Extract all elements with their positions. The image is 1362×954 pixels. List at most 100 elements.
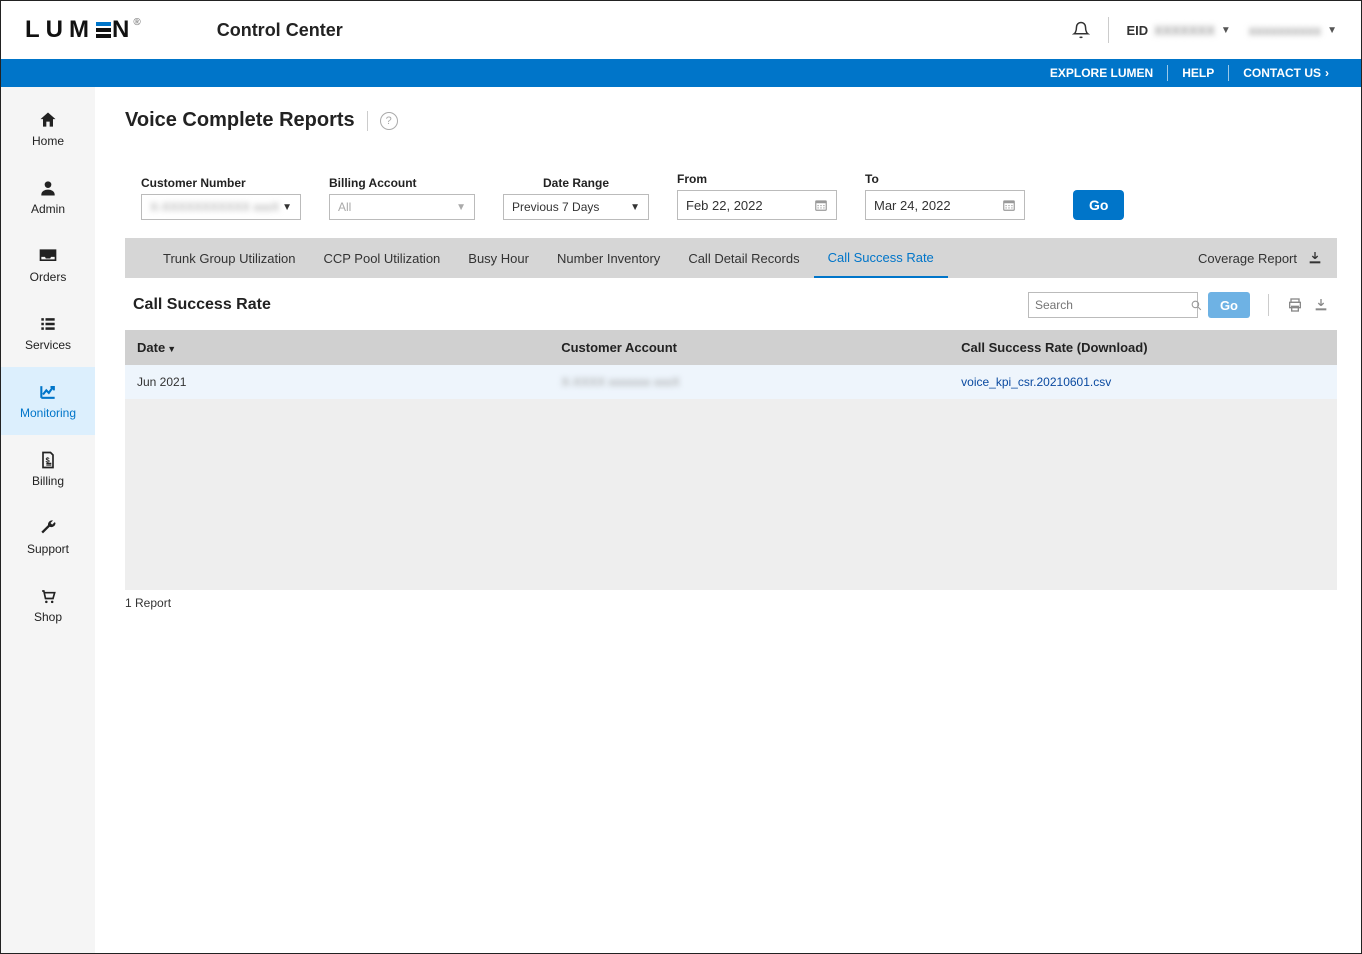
from-value: Feb 22, 2022 [686, 198, 763, 213]
to-value: Mar 24, 2022 [874, 198, 951, 213]
cell-date: Jun 2021 [125, 365, 549, 399]
customer-number-select[interactable]: X-XXXXXXXXXXX xxxX ▼ [141, 194, 301, 220]
sort-desc-icon: ▼ [167, 344, 176, 354]
sidebar-item-admin[interactable]: Admin [1, 163, 95, 231]
from-label: From [677, 172, 837, 186]
section-bar: Call Success Rate Go [125, 278, 1337, 330]
customer-number-value: X-XXXXXXXXXXX xxxX [150, 200, 279, 214]
help-icon[interactable]: ? [380, 112, 398, 130]
cart-icon [38, 586, 58, 606]
customer-number-label: Customer Number [141, 176, 301, 190]
chevron-right-icon: › [1325, 66, 1329, 80]
tab-call-success-rate[interactable]: Call Success Rate [814, 238, 948, 278]
caret-down-icon: ▼ [456, 202, 466, 213]
billing-account-select[interactable]: All ▼ [329, 194, 475, 220]
sidebar-item-label: Monitoring [20, 406, 76, 420]
download-icon[interactable] [1313, 297, 1329, 313]
coverage-report-link[interactable]: Coverage Report [1198, 251, 1297, 266]
sidebar-item-billing[interactable]: $ Billing [1, 435, 95, 503]
search-go-button[interactable]: Go [1208, 292, 1250, 318]
logo-text-left: LUM [25, 16, 95, 44]
invoice-icon: $ [38, 450, 58, 470]
separator [367, 111, 368, 131]
sidebar-item-services[interactable]: Services [1, 299, 95, 367]
sidebar-item-label: Admin [31, 202, 65, 216]
tab-trunk-group-utilization[interactable]: Trunk Group Utilization [149, 238, 309, 278]
chevron-down-icon: ▼ [1221, 25, 1231, 36]
column-csr-download[interactable]: Call Success Rate (Download) [949, 330, 1337, 365]
help-link[interactable]: HELP [1168, 66, 1228, 80]
billing-account-value: All [338, 200, 351, 214]
tab-call-detail-records[interactable]: Call Detail Records [674, 238, 813, 278]
brand-logo[interactable]: LUM N ® [25, 16, 147, 44]
wrench-icon [38, 518, 58, 538]
cell-download-link[interactable]: voice_kpi_csr.20210601.csv [949, 365, 1337, 399]
registered-icon: ® [133, 17, 146, 28]
caret-down-icon: ▼ [630, 202, 640, 213]
report-tabs: Trunk Group Utilization CCP Pool Utiliza… [125, 238, 1337, 278]
table-footer: 1 Report [125, 590, 1337, 610]
calendar-icon[interactable] [814, 198, 828, 212]
from-date-input[interactable]: Feb 22, 2022 [677, 190, 837, 220]
sidebar-item-label: Orders [30, 270, 67, 284]
app-title: Control Center [217, 20, 343, 41]
page-title: Voice Complete Reports [125, 109, 355, 132]
eid-dropdown[interactable]: EID XXXXXXX ▼ [1127, 23, 1231, 38]
to-label: To [865, 172, 1025, 186]
search-input[interactable] [1028, 292, 1198, 318]
secondary-nav: EXPLORE LUMEN HELP CONTACT US› [1, 59, 1361, 87]
topbar: LUM N ® Control Center EID XXXXXXX ▼ xxx… [1, 1, 1361, 59]
billing-account-label: Billing Account [329, 176, 475, 190]
date-range-label: Date Range [503, 176, 649, 190]
sidebar-item-orders[interactable]: Orders [1, 231, 95, 299]
notifications-icon[interactable] [1072, 20, 1090, 40]
column-customer-account[interactable]: Customer Account [549, 330, 949, 365]
list-icon [38, 314, 58, 334]
to-date-input[interactable]: Mar 24, 2022 [865, 190, 1025, 220]
chart-icon [38, 382, 58, 402]
date-range-value: Previous 7 Days [512, 200, 599, 214]
tab-busy-hour[interactable]: Busy Hour [454, 238, 543, 278]
go-button[interactable]: Go [1073, 190, 1124, 220]
caret-down-icon: ▼ [282, 202, 292, 213]
logo-e-icon [96, 22, 111, 38]
chevron-down-icon: ▼ [1327, 25, 1337, 36]
separator [1108, 17, 1109, 43]
cell-customer-account: X-XXXX xxxxxxx xxxX [549, 365, 949, 399]
tab-number-inventory[interactable]: Number Inventory [543, 238, 674, 278]
results-table: Date▼ Customer Account Call Success Rate… [125, 330, 1337, 590]
sidebar-item-label: Billing [32, 474, 64, 488]
logo-text-right: N [112, 16, 135, 44]
eid-label: EID [1127, 23, 1149, 38]
sidebar-item-home[interactable]: Home [1, 95, 95, 163]
user-name: xxxxxxxxxx [1249, 23, 1321, 38]
table-row: Jun 2021 X-XXXX xxxxxxx xxxX voice_kpi_c… [125, 365, 1337, 399]
search-field[interactable] [1035, 298, 1190, 312]
sidebar-item-label: Shop [34, 610, 62, 624]
inbox-icon [38, 246, 58, 266]
user-dropdown[interactable]: xxxxxxxxxx ▼ [1249, 23, 1337, 38]
filters: Customer Number X-XXXXXXXXXXX xxxX ▼ Bil… [125, 172, 1337, 220]
sidebar-item-label: Services [25, 338, 71, 352]
print-icon[interactable] [1287, 297, 1303, 313]
contact-link[interactable]: CONTACT US› [1229, 66, 1343, 80]
date-range-select[interactable]: Previous 7 Days ▼ [503, 194, 649, 220]
sidebar-item-monitoring[interactable]: Monitoring [1, 367, 95, 435]
sidebar-item-shop[interactable]: Shop [1, 571, 95, 639]
sidebar: Home Admin Orders Services [1, 87, 95, 953]
sidebar-item-label: Support [27, 542, 69, 556]
calendar-icon[interactable] [1002, 198, 1016, 212]
column-date[interactable]: Date▼ [125, 330, 549, 365]
explore-link[interactable]: EXPLORE LUMEN [1036, 66, 1167, 80]
tab-ccp-pool-utilization[interactable]: CCP Pool Utilization [309, 238, 454, 278]
user-icon [38, 178, 58, 198]
section-title: Call Success Rate [133, 296, 271, 314]
eid-value: XXXXXXX [1154, 23, 1215, 38]
sidebar-item-support[interactable]: Support [1, 503, 95, 571]
home-icon [38, 110, 58, 130]
main: Voice Complete Reports ? Customer Number… [95, 87, 1361, 953]
download-icon[interactable] [1307, 250, 1323, 266]
separator [1268, 294, 1269, 316]
sidebar-item-label: Home [32, 134, 64, 148]
search-icon[interactable] [1190, 299, 1203, 312]
